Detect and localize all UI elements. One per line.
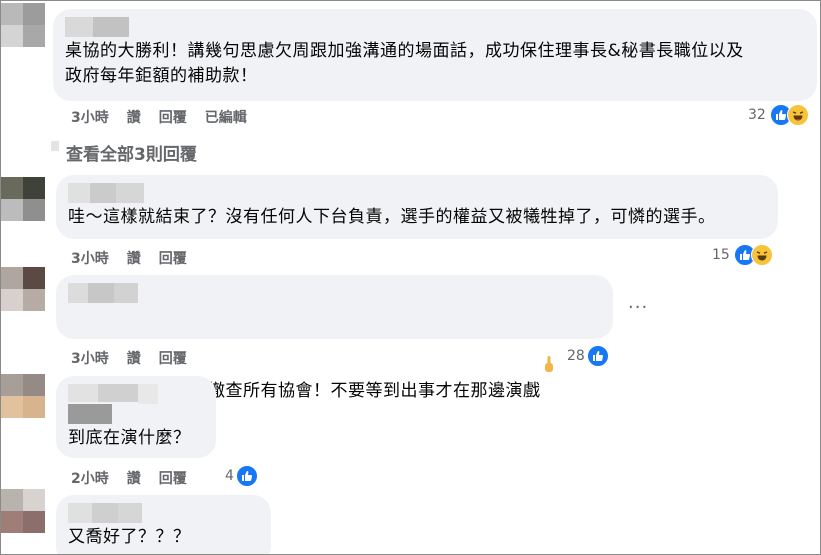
- reaction-count: 28: [567, 348, 585, 364]
- avatar[interactable]: [1, 177, 45, 221]
- like-icon: [235, 465, 258, 487]
- avatar[interactable]: [1, 3, 45, 47]
- reaction-count: 32: [748, 107, 766, 123]
- reaction-count: 4: [225, 468, 234, 484]
- reaction-summary[interactable]: 32: [748, 104, 809, 126]
- edited-label[interactable]: 已編輯: [205, 107, 247, 127]
- comment-time[interactable]: 2小時: [71, 468, 109, 488]
- comment-text: 又喬好了？？？: [68, 527, 191, 547]
- comment-bubble: 哇～這樣就結束了？沒有任何人下台負責，選手的權益又被犧牲掉了，可憐的選手。: [56, 175, 778, 239]
- haha-icon: [750, 244, 773, 266]
- commenter-name[interactable]: [68, 503, 259, 523]
- view-replies-link[interactable]: 查看全部3則回覆: [66, 140, 197, 165]
- comment-bubble: 到底在演什麼？: [56, 376, 216, 458]
- pointing-finger-icon: [544, 305, 554, 372]
- comment-actions: 3小時 讚 回覆: [71, 348, 187, 368]
- comment-time[interactable]: 3小時: [71, 248, 109, 268]
- comment-text: 到底在演什麼？: [68, 428, 191, 448]
- like-button[interactable]: 讚: [127, 107, 141, 127]
- avatar[interactable]: [1, 267, 45, 311]
- avatar[interactable]: [1, 489, 45, 533]
- like-button[interactable]: 讚: [127, 468, 141, 488]
- comment-bubble: 又喬好了？？？: [56, 495, 271, 554]
- comment-bubble: 桌協的大勝利！講幾句思慮欠周跟加強溝通的場面話，成功保住理事長&秘書長職位以及 …: [53, 9, 817, 101]
- like-icon: [586, 345, 609, 367]
- reaction-summary[interactable]: 4: [225, 465, 258, 487]
- like-button[interactable]: 讚: [127, 348, 141, 368]
- like-button[interactable]: 讚: [127, 248, 141, 268]
- reply-line: [51, 141, 59, 151]
- reply-button[interactable]: 回覆: [159, 107, 187, 127]
- comments-panel: 桌協的大勝利！講幾句思慮欠周跟加強溝通的場面話，成功保住理事長&秘書長職位以及 …: [0, 0, 821, 555]
- comment-time[interactable]: 3小時: [71, 348, 109, 368]
- reaction-summary[interactable]: 15: [712, 244, 773, 266]
- more-options-button[interactable]: ···: [628, 297, 648, 318]
- comment-actions: 3小時 讚 回覆: [71, 248, 187, 268]
- reaction-count: 15: [712, 247, 730, 263]
- comment-time[interactable]: 3小時: [71, 107, 109, 127]
- commenter-name[interactable]: [68, 183, 766, 203]
- avatar[interactable]: [1, 374, 45, 418]
- comment-bubble: 體育署要不要全面徹查所有協會！不要等到出事才在那邊演戲: [56, 275, 613, 401]
- reply-button[interactable]: 回覆: [159, 248, 187, 268]
- comment-actions: 3小時 讚 回覆 已編輯: [71, 107, 247, 127]
- comment-text: 桌協的大勝利！講幾句思慮欠周跟加強溝通的場面話，成功保住理事長&秘書長職位以及 …: [65, 41, 744, 86]
- reply-button[interactable]: 回覆: [159, 348, 187, 368]
- commenter-name[interactable]: [68, 384, 158, 424]
- commenter-name[interactable]: [68, 283, 601, 303]
- reaction-summary[interactable]: 28: [567, 345, 609, 367]
- commenter-name[interactable]: [65, 17, 805, 37]
- comment-text: 哇～這樣就結束了？沒有任何人下台負責，選手的權益又被犧牲掉了，可憐的選手。: [68, 207, 716, 227]
- haha-icon: [786, 104, 809, 126]
- comment-actions: 2小時 讚 回覆: [71, 468, 187, 488]
- reply-button[interactable]: 回覆: [159, 468, 187, 488]
